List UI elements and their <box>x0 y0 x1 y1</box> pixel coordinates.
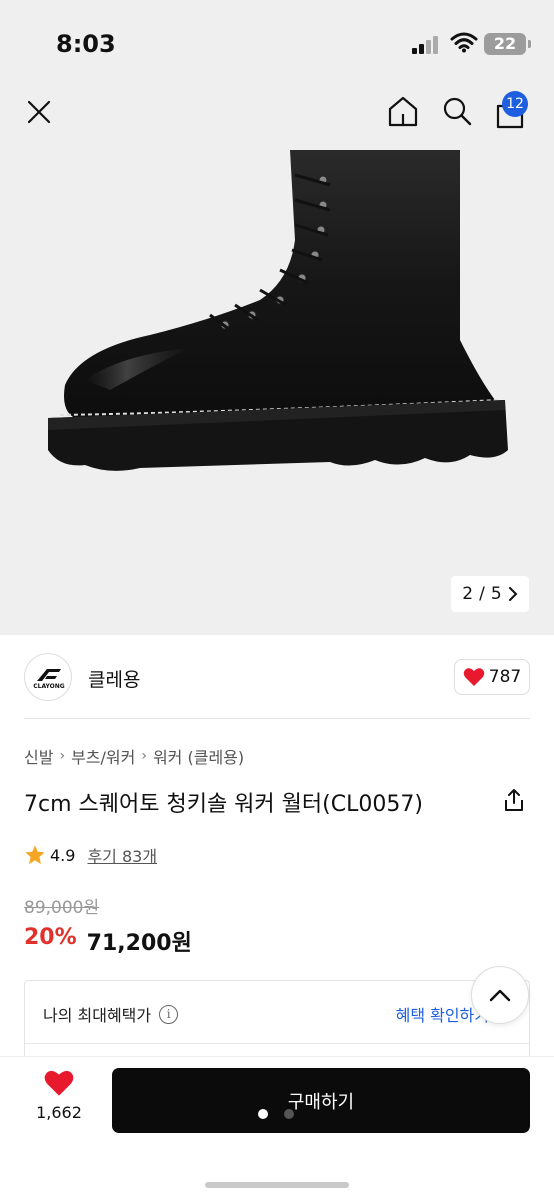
brand-like-button[interactable]: 787 <box>454 659 530 695</box>
dot-inactive <box>284 1109 294 1119</box>
scroll-top-button[interactable] <box>471 966 529 1024</box>
rating-row: 4.9 후기 83개 <box>24 843 157 867</box>
close-button[interactable] <box>24 97 54 127</box>
product-title: 7cm 스퀘어토 청키솔 워커 월터(CL0057) <box>24 792 423 817</box>
breadcrumb-item[interactable]: 워커 (클레용) <box>153 744 244 768</box>
svg-text:CLAYONG: CLAYONG <box>33 683 65 690</box>
share-icon <box>505 789 523 811</box>
home-icon <box>388 96 418 127</box>
gallery-page-indicator[interactable]: 2 / 5 <box>451 576 529 612</box>
search-icon <box>443 97 472 126</box>
bottom-action-bar: 1,662 구매하기 <box>0 1056 554 1200</box>
search-button[interactable] <box>440 94 474 128</box>
wish-count: 1,662 <box>36 1103 82 1122</box>
review-link[interactable]: 후기 83개 <box>87 843 157 867</box>
heart-icon <box>44 1070 74 1096</box>
benefit-label-row: 나의 최대혜택가 i <box>43 1002 179 1026</box>
battery-indicator: 22 <box>484 33 526 55</box>
divider <box>25 1043 529 1044</box>
breadcrumb: 신발 › 부츠/워커 › 워커 (클레용) <box>24 744 244 768</box>
brand-logo-mark: CLAYONG <box>33 669 65 690</box>
price-row: 20% 71,200원 <box>24 925 192 957</box>
star-icon <box>25 845 45 864</box>
product-image <box>48 150 508 471</box>
breadcrumb-item[interactable]: 부츠/워커 <box>71 744 135 768</box>
chevron-right-icon <box>508 587 518 601</box>
sale-price: 71,200원 <box>86 931 192 956</box>
divider <box>24 718 530 719</box>
share-button[interactable] <box>503 788 525 816</box>
brand-name[interactable]: 클레용 <box>88 665 140 692</box>
discount-rate: 20% <box>24 925 77 950</box>
status-time: 8:03 <box>56 30 116 58</box>
dot-active <box>258 1109 268 1119</box>
chevron-up-icon <box>489 989 511 1002</box>
wish-button[interactable]: 1,662 <box>28 1069 90 1122</box>
product-gallery[interactable]: 8:03 22 12 2 / 5 <box>0 0 554 635</box>
home-button[interactable] <box>386 94 420 128</box>
wifi-icon <box>450 32 478 53</box>
brand-logo[interactable]: CLAYONG <box>24 653 72 701</box>
breadcrumb-item[interactable]: 신발 <box>24 744 53 768</box>
heart-icon <box>463 668 485 686</box>
home-indicator <box>205 1182 349 1188</box>
gallery-separator: / <box>479 584 485 604</box>
info-icon[interactable]: i <box>159 1004 179 1024</box>
signal-icon <box>412 34 442 54</box>
battery-tip <box>528 40 531 48</box>
close-icon <box>27 100 51 124</box>
original-price: 89,000원 <box>24 898 100 918</box>
chevron-right-icon: › <box>59 748 66 764</box>
chevron-right-icon: › <box>141 748 147 764</box>
carousel-dots <box>258 1109 294 1119</box>
rating-value: 4.9 <box>50 845 76 865</box>
buy-button[interactable]: 구매하기 <box>112 1068 530 1133</box>
brand-row[interactable]: CLAYONG 클레용 787 <box>24 653 530 701</box>
gallery-total: 5 <box>490 584 502 604</box>
cart-badge: 12 <box>502 91 528 117</box>
benefit-label: 나의 최대혜택가 <box>43 1006 152 1025</box>
status-bar: 8:03 22 <box>0 0 554 90</box>
gallery-current: 2 <box>462 584 474 604</box>
brand-like-count: 787 <box>488 667 522 687</box>
